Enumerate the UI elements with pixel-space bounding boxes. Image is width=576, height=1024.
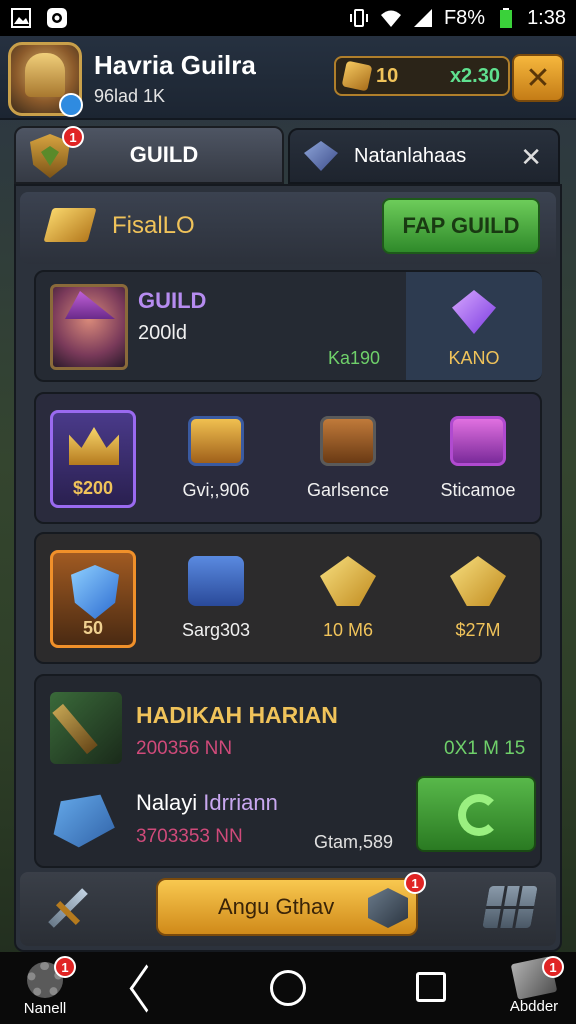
- quest-name-highlight: Idrriann: [203, 790, 278, 815]
- crown-item-value: $200: [72, 478, 114, 498]
- reward-item[interactable]: Sticamoe: [418, 410, 538, 510]
- quest-title: HADIKAH HARIAN: [136, 702, 338, 728]
- gold-chest-icon: [188, 416, 244, 466]
- rank-badge-icon: [59, 93, 83, 117]
- quest-reward-1: 0X1 M 15: [444, 738, 526, 759]
- reward-item[interactable]: Sarg303: [156, 550, 276, 650]
- quest-name-part: Nalayi: [136, 790, 204, 815]
- reward-item[interactable]: $27M: [418, 550, 538, 650]
- quest-name-2: Nalayi Idrriann: [136, 790, 278, 816]
- notification-badge: 1: [542, 956, 564, 978]
- subheader-title: FisalLO: [112, 212, 195, 239]
- main-action-label: Angu Gthav: [218, 894, 335, 919]
- purple-chest-icon: [450, 416, 506, 466]
- helmet-icon: [25, 53, 65, 97]
- notification-badge: 1: [404, 872, 426, 894]
- shield-item-frame[interactable]: 50: [50, 550, 136, 648]
- card-value: 200ld: [138, 322, 187, 344]
- game-header: Havria Guilra 96lad 1K 10 x2.30 ✕: [0, 36, 576, 120]
- reward-item[interactable]: 10 M6: [288, 550, 408, 650]
- home-icon[interactable]: [270, 970, 306, 1006]
- wifi-icon: [380, 10, 401, 27]
- notification-badge: 1: [62, 126, 84, 148]
- gold-bar-icon: [43, 208, 97, 242]
- staff-icon: [50, 692, 122, 764]
- reward-item-label: $27M: [455, 620, 501, 640]
- navigation-bar: Nanell 1 Abdder 1: [0, 952, 576, 1024]
- hero-portrait: [50, 284, 128, 370]
- currency-display[interactable]: 10 x2.30: [334, 56, 510, 96]
- player-avatar[interactable]: [8, 42, 83, 117]
- reward-item-label: 10 M6: [322, 620, 374, 640]
- tab-secondary-label: Natanlahaas: [354, 144, 467, 167]
- card-title: GUILD: [138, 288, 207, 313]
- clock: 1:38: [527, 6, 566, 29]
- wizard-hat-icon: [65, 291, 115, 319]
- currency-amount-green: x2.30: [449, 64, 500, 87]
- guild-subheader: FisalLO FAP GUILD: [20, 192, 556, 264]
- reward-item[interactable]: Garlsence: [288, 410, 408, 510]
- blue-gem-icon: [304, 141, 338, 171]
- gem-reward-label: KANO: [448, 348, 500, 368]
- daily-quest-card: HADIKAH HARIAN 200356 NN 0X1 M 15 Nalayi…: [34, 674, 542, 868]
- tab-guild-label: GUILD: [129, 142, 199, 167]
- sword-icon[interactable]: [44, 884, 92, 932]
- reward-item[interactable]: Gvi;,906: [156, 410, 276, 510]
- inventory-grid-icon[interactable]: [482, 886, 538, 928]
- close-button[interactable]: ✕: [512, 54, 564, 102]
- refresh-icon: [458, 794, 500, 836]
- tab-guild[interactable]: 1 GUILD: [14, 126, 284, 184]
- battery-percent: F8%: [443, 6, 486, 29]
- vibrate-icon: [349, 9, 368, 27]
- hammer-icon: [53, 794, 115, 848]
- close-tab-icon[interactable]: ✕: [520, 142, 542, 173]
- reward-item-label: Sticamoe: [440, 480, 516, 500]
- back-icon[interactable]: [128, 970, 164, 1006]
- crate-label: Abdder: [509, 998, 559, 1015]
- currency-amount-gold: 10: [376, 64, 399, 87]
- join-guild-button[interactable]: FAP GUILD: [382, 198, 540, 254]
- player-power: 96lad 1K: [94, 86, 166, 106]
- action-bar: Angu Gthav 1: [20, 872, 556, 946]
- wooden-chest-icon: [320, 416, 376, 466]
- main-action-button[interactable]: Angu Gthav 1: [156, 872, 426, 936]
- status-bar: F8% 1:38: [0, 0, 576, 36]
- notification-badge: 1: [54, 956, 76, 978]
- reward-item-label: Sarg303: [181, 620, 251, 640]
- quest-progress-2: 3703353 NN: [136, 826, 243, 847]
- recent-apps-icon[interactable]: [416, 972, 446, 1002]
- close-icon: ✕: [525, 61, 551, 95]
- settings-button[interactable]: Nanell 1: [10, 956, 80, 1020]
- claim-button[interactable]: [416, 776, 536, 852]
- settings-label: Nanell: [23, 1000, 67, 1017]
- card-reward: Ka190: [328, 348, 381, 368]
- reward-row-purple: $200 Gvi;,906 Garlsence Sticamoe: [34, 392, 542, 524]
- gem-reward-panel[interactable]: KANO: [406, 272, 542, 380]
- player-name: Havria Guilra: [94, 50, 256, 80]
- shield-item-value: 50: [82, 618, 104, 638]
- guild-info-card[interactable]: GUILD 200ld Ka190 KANO: [34, 270, 542, 382]
- tab-secondary[interactable]: Natanlahaas ✕: [288, 128, 560, 184]
- purple-gem-icon: [452, 290, 496, 334]
- image-notification-icon: [11, 8, 31, 28]
- scroll-icon: [188, 556, 244, 606]
- gold-nugget-icon: [450, 556, 506, 606]
- emblem-icon: [368, 888, 408, 928]
- quest-reward-2: Gtam,589: [314, 832, 394, 852]
- battery-icon: [500, 8, 513, 28]
- app-notification-icon: [47, 8, 67, 28]
- gold-coin-icon: [341, 60, 373, 92]
- signal-icon: [413, 9, 432, 27]
- blue-shield-icon: [71, 565, 119, 619]
- gold-nugget-icon: [320, 556, 376, 606]
- crown-item-frame[interactable]: $200: [50, 410, 136, 508]
- reward-item-label: Garlsence: [306, 480, 390, 500]
- reward-item-label: Gvi;,906: [182, 480, 250, 500]
- crown-icon: [69, 427, 119, 465]
- crate-button[interactable]: Abdder 1: [496, 956, 572, 1020]
- quest-progress-1: 200356 NN: [136, 738, 233, 759]
- reward-row-orange: 50 Sarg303 10 M6 $27M: [34, 532, 542, 664]
